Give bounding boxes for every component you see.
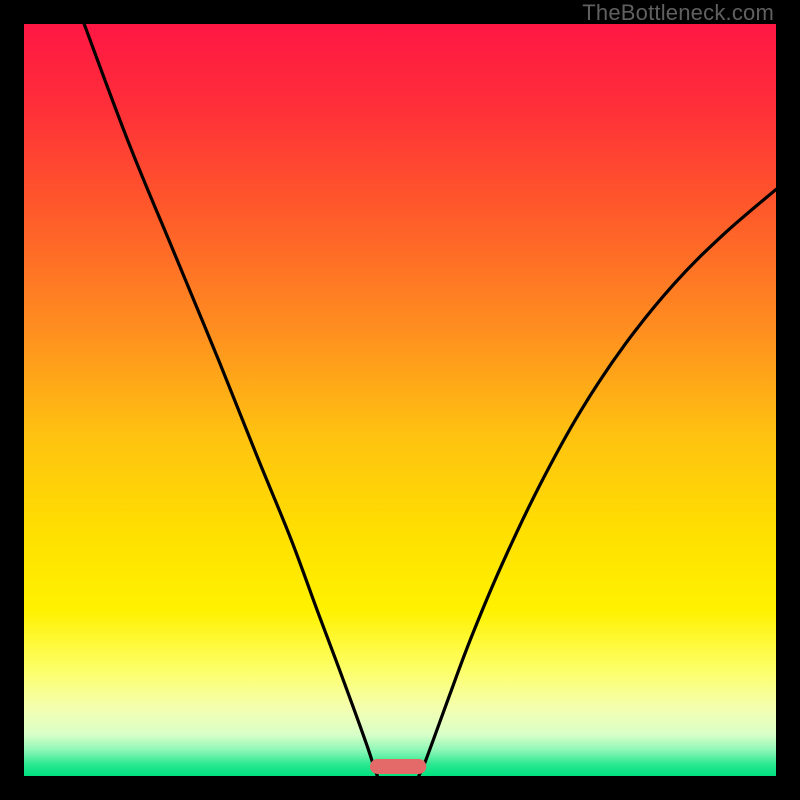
gradient-background <box>24 24 776 776</box>
watermark-text: TheBottleneck.com <box>582 0 774 26</box>
marker-layer <box>370 759 426 774</box>
bottleneck-marker <box>370 759 426 774</box>
bottleneck-chart <box>24 24 776 776</box>
chart-frame <box>24 24 776 776</box>
